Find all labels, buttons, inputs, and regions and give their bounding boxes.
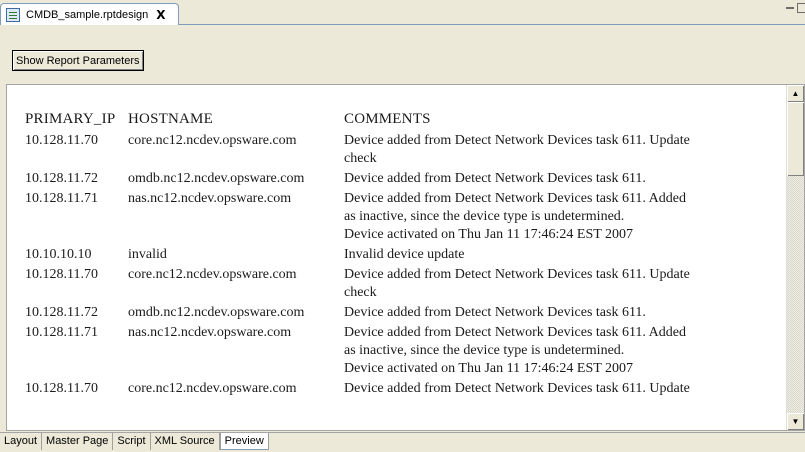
table-row: 10.128.11.71 nas.nc12.ncdev.opsware.com De… — [25, 324, 785, 378]
column-header-comments: COMMENTS — [344, 111, 431, 127]
column-header-hostname: HOSTNAME — [128, 111, 213, 127]
cell-primary-ip: 10.128.11.70 — [25, 267, 98, 282]
scrollbar-thumb[interactable] — [787, 102, 804, 176]
cell-comments: Device added from Detect Network Devices… — [344, 380, 774, 398]
comment-line: check — [344, 151, 377, 166]
editor-tab-title: CMDB_sample.rptdesign — [26, 8, 149, 21]
comment-line: as inactive, since the device type is un… — [344, 209, 625, 224]
minimize-icon[interactable] — [785, 3, 795, 13]
cell-hostname: core.nc12.ncdev.opsware.com — [128, 267, 297, 282]
scroll-up-arrow-icon[interactable]: ▲ — [787, 85, 804, 102]
comment-line: Device activated on Thu Jan 11 17:46:24 … — [344, 227, 634, 242]
cell-comments: Invalid device update — [344, 246, 774, 264]
tab-xml-source[interactable]: XML Source — [151, 433, 220, 450]
cell-primary-ip: 10.128.11.72 — [25, 171, 98, 186]
editor-tab[interactable]: CMDB_sample.rptdesign X — [0, 3, 179, 25]
maximize-icon[interactable] — [797, 3, 805, 13]
scrollbar-track[interactable] — [787, 176, 804, 413]
close-tab-icon[interactable]: X — [156, 8, 165, 22]
table-row: 10.10.10.10 invalid Invalid device update — [25, 246, 785, 264]
comment-line: check — [344, 285, 377, 300]
cell-primary-ip: 10.128.11.70 — [25, 133, 98, 148]
cell-primary-ip: 10.128.11.72 — [25, 305, 98, 320]
report-preview-pane: PRIMARY_IP HOSTNAME COMMENTS 10.128.11.7… — [6, 84, 805, 431]
cell-hostname: invalid — [128, 247, 167, 262]
table-row: 10.128.11.70 core.nc12.ncdev.opsware.com D… — [25, 380, 785, 398]
cell-primary-ip: 10.128.11.70 — [25, 381, 98, 396]
report-header-row: PRIMARY_IP HOSTNAME COMMENTS — [25, 110, 785, 128]
comment-line: Device added from Detect Network Devices… — [344, 267, 690, 282]
comment-line: Device added from Detect Network Devices… — [344, 133, 690, 148]
show-report-parameters-button[interactable]: Show Report Parameters — [12, 50, 144, 71]
comment-line: Device added from Detect Network Devices… — [344, 325, 686, 340]
cell-hostname: nas.nc12.ncdev.opsware.com — [128, 191, 292, 206]
table-row: 10.128.11.72 omdb.nc12.ncdev.opsware.com D… — [25, 304, 785, 322]
tab-master-page[interactable]: Master Page — [42, 433, 114, 450]
editor-tab-strip: CMDB_sample.rptdesign X — [0, 0, 805, 27]
comment-line: Device added from Detect Network Devices… — [344, 381, 690, 396]
cell-comments: Device added from Detect Network Devices… — [344, 266, 774, 302]
cell-comments: Device added from Detect Network Devices… — [344, 170, 774, 188]
vertical-scrollbar[interactable]: ▲ ▼ — [786, 85, 804, 430]
column-header-primary-ip: PRIMARY_IP — [25, 111, 116, 127]
table-row: 10.128.11.70 core.nc12.ncdev.opsware.com D… — [25, 266, 785, 302]
cell-comments: Device added from Detect Network Devices… — [344, 324, 774, 378]
preview-toolbar: Show Report Parameters — [0, 26, 805, 82]
cell-comments: Device added from Detect Network Devices… — [344, 132, 774, 168]
tab-layout[interactable]: Layout — [0, 433, 43, 450]
comment-line: Device activated on Thu Jan 11 17:46:24 … — [344, 361, 634, 376]
cell-comments: Device added from Detect Network Devices… — [344, 304, 774, 322]
cell-comments: Device added from Detect Network Devices… — [344, 190, 774, 244]
tab-preview[interactable]: Preview — [219, 433, 269, 450]
report-design-icon — [6, 7, 20, 22]
cell-primary-ip: 10.128.11.71 — [25, 191, 98, 206]
cell-hostname: omdb.nc12.ncdev.opsware.com — [128, 305, 305, 320]
tab-script[interactable]: Script — [113, 433, 151, 450]
table-row: 10.128.11.70 core.nc12.ncdev.opsware.com D… — [25, 132, 785, 168]
cell-primary-ip: 10.128.11.71 — [25, 325, 98, 340]
table-row: 10.128.11.72 omdb.nc12.ncdev.opsware.com D… — [25, 170, 785, 188]
comment-line: Invalid device update — [344, 247, 465, 262]
comment-line: as inactive, since the device type is un… — [344, 343, 625, 358]
window-controls — [785, 3, 805, 13]
cell-hostname: core.nc12.ncdev.opsware.com — [128, 133, 297, 148]
table-row: 10.128.11.71 nas.nc12.ncdev.opsware.com De… — [25, 190, 785, 244]
tab-divider-line — [178, 24, 805, 25]
report-table: PRIMARY_IP HOSTNAME COMMENTS 10.128.11.7… — [25, 110, 785, 400]
comment-line: Device added from Detect Network Devices… — [344, 191, 686, 206]
cell-primary-ip: 10.10.10.10 — [25, 247, 92, 262]
scroll-down-arrow-icon[interactable]: ▼ — [787, 413, 804, 430]
editor-page-tabs: Layout Master Page Script XML Source Preview — [0, 432, 805, 452]
cell-hostname: nas.nc12.ncdev.opsware.com — [128, 325, 292, 340]
comment-line: Device added from Detect Network Devices… — [344, 305, 646, 320]
comment-line: Device added from Detect Network Devices… — [344, 171, 646, 186]
cell-hostname: core.nc12.ncdev.opsware.com — [128, 381, 297, 396]
cell-hostname: omdb.nc12.ncdev.opsware.com — [128, 171, 305, 186]
